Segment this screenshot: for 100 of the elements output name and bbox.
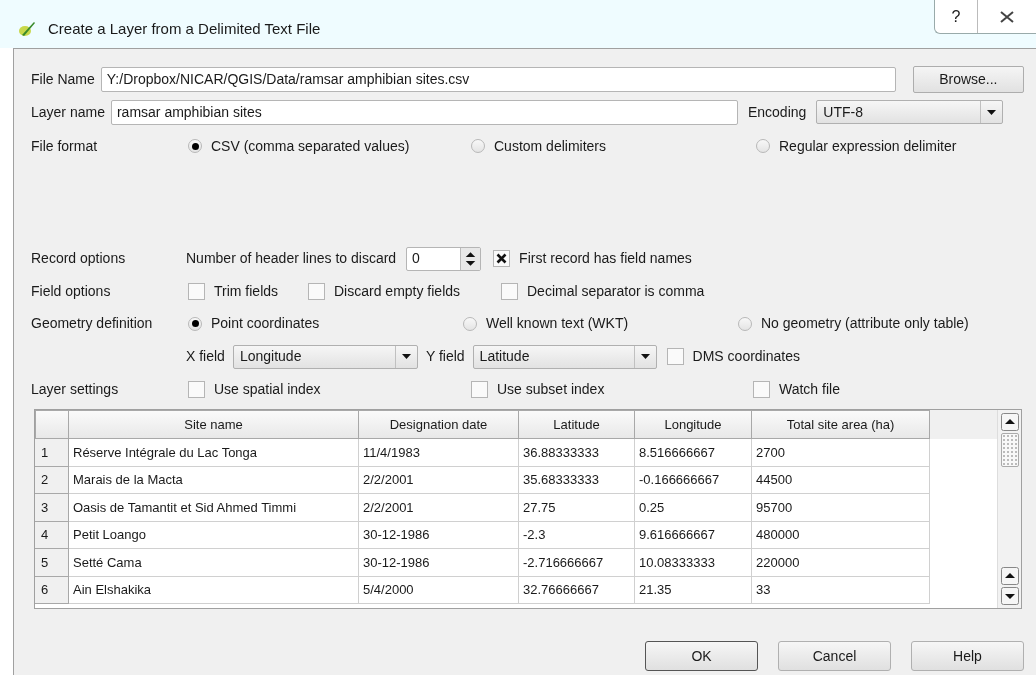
checkbox[interactable] (188, 380, 205, 398)
option-label: DMS coordinates (692, 347, 800, 366)
caret-icon (401, 354, 411, 359)
option-label: Regular expression delimiter (779, 136, 957, 156)
table-cell: 44500 (752, 466, 930, 494)
checkbox[interactable] (493, 250, 511, 267)
section-label: Geometry definition (31, 315, 153, 331)
input-field[interactable]: ramsar amphibian sites (110, 99, 738, 125)
checkbox[interactable] (471, 380, 488, 398)
table-cell: Setté Cama (69, 549, 359, 577)
radio-button[interactable] (188, 139, 202, 153)
row-header[interactable]: 4 (35, 521, 69, 549)
column-header[interactable]: Longitude (635, 410, 752, 439)
column-header[interactable]: Total site area (ha) (752, 410, 930, 439)
row-header[interactable]: 2 (35, 466, 69, 494)
table-cell: -2.3 (519, 521, 635, 549)
option-label: First record has field names (519, 249, 692, 268)
section-label: Record options (31, 250, 126, 266)
table-cell: -0.166666667 (635, 466, 752, 494)
table-cell: Marais de la Macta (69, 466, 359, 494)
column-header[interactable]: Designation date (359, 410, 519, 439)
table-cell: 30-12-1986 (359, 521, 519, 549)
field-label: X field (186, 347, 225, 366)
table-cell: 480000 (752, 521, 930, 549)
option-label: No geometry (attribute only table) (761, 314, 969, 333)
row-header[interactable]: 3 (35, 494, 69, 522)
table-cell: 95700 (752, 494, 930, 522)
table-cell: 8.516666667 (635, 439, 752, 467)
scroll-thumb[interactable] (1000, 433, 1019, 467)
option-label: Custom delimiters (494, 136, 607, 156)
checkbox[interactable] (666, 348, 684, 365)
field-label: Encoding (747, 103, 807, 120)
option-label: Use subset index (497, 379, 605, 399)
browse-button[interactable]: Browse... (912, 65, 1024, 93)
option-label: Discard empty fields (334, 281, 461, 301)
dropdown[interactable]: Longitude (232, 344, 418, 369)
table-cell: 11/4/1983 (359, 439, 519, 467)
radio-button[interactable] (738, 316, 752, 331)
row-header[interactable]: 1 (35, 439, 69, 467)
checkbox[interactable] (501, 282, 518, 300)
table-cell: 10.08333333 (635, 549, 752, 577)
column-header[interactable]: Site name (69, 410, 359, 439)
scrollbar[interactable] (997, 410, 1021, 608)
checkbox[interactable] (753, 380, 770, 398)
radio-button[interactable] (188, 316, 202, 331)
table-cell: Ain Elshakika (69, 576, 359, 604)
table-cell: 35.68333333 (519, 466, 635, 494)
caret-icon (987, 109, 997, 115)
option-label: Point coordinates (211, 314, 320, 333)
scroll-up-icon (1000, 413, 1019, 431)
table-cell: 21.35 (635, 576, 752, 604)
table-cell: 30-12-1986 (359, 549, 519, 577)
field-label: Layer name (31, 102, 105, 122)
scroll-down-icon (1000, 587, 1019, 605)
row-header[interactable]: 5 (35, 549, 69, 577)
table-cell: 32.76666667 (519, 576, 635, 604)
spin-box[interactable]: 0 (406, 246, 482, 271)
spin-arrows-icon (460, 247, 481, 270)
checkbox[interactable] (188, 282, 205, 300)
option-label: Watch file (779, 379, 840, 399)
table-cell: 9.616666667 (635, 521, 752, 549)
field-label: File Name (31, 69, 95, 89)
input-field[interactable]: Y:/Dropbox/NICAR/QGIS/Data/ramsar amphibian sites.csv (100, 66, 896, 92)
radio-button[interactable] (463, 316, 477, 331)
table-cell: 36.88333333 (519, 439, 635, 467)
table-cell: Réserve Intégrale du Lac Tonga (69, 439, 359, 467)
field-label: Number of header lines to discard (186, 249, 397, 268)
column-header[interactable]: Latitude (519, 410, 635, 439)
radio-button[interactable] (471, 139, 485, 153)
option-label: Decimal separator is comma (527, 281, 705, 301)
close-icon (1000, 10, 1014, 23)
row-header[interactable]: 6 (35, 576, 69, 604)
pencil-icon (18, 20, 36, 38)
option-label: CSV (comma separated values) (211, 136, 410, 156)
table-cell: 220000 (752, 549, 930, 577)
window-title: Create a Layer from a Delimited Text File (48, 18, 321, 39)
table-cell: 27.75 (519, 494, 635, 522)
table-cell: 2/2/2001 (359, 494, 519, 522)
option-label: Trim fields (214, 281, 279, 301)
section-label: Layer settings (31, 380, 119, 397)
table-cell: Petit Loango (69, 521, 359, 549)
table-cell: 0.25 (635, 494, 752, 522)
option-label: Use spatial index (214, 379, 321, 399)
field-label: Y field (425, 348, 465, 364)
radio-button[interactable] (756, 139, 770, 153)
table-cell: 5/4/2000 (359, 576, 519, 604)
scroll-up-icon (1000, 567, 1019, 585)
section-label: Field options (31, 282, 111, 299)
option-label: Well known text (WKT) (486, 314, 629, 333)
dialog-button[interactable]: Help (911, 641, 1024, 671)
table-cell: Oasis de Tamantit et Sid Ahmed Timmi (69, 494, 359, 522)
table-cell: -2.716666667 (519, 549, 635, 577)
table-cell: 2/2/2001 (359, 466, 519, 494)
dropdown[interactable]: Latitude (472, 344, 657, 369)
section-label: File format (31, 137, 98, 154)
dialog-button[interactable]: Cancel (778, 641, 891, 671)
table-cell: 33 (752, 576, 930, 604)
dropdown[interactable]: UTF-8 (816, 100, 1004, 124)
dialog-button[interactable]: OK (645, 641, 758, 671)
checkbox[interactable] (308, 282, 325, 300)
